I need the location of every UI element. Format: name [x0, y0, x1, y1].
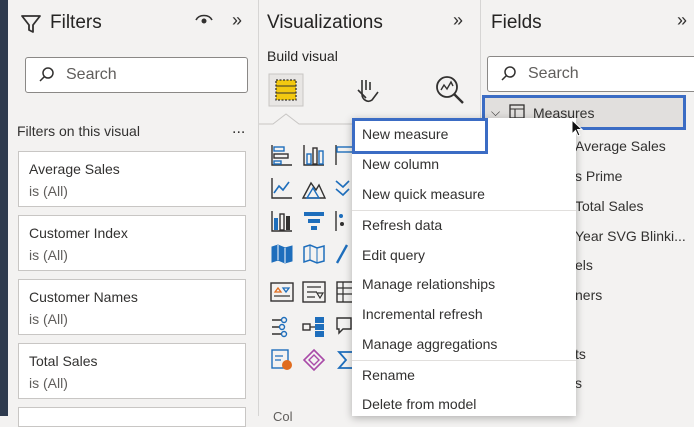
menu-item-rename[interactable]: Rename [362, 364, 415, 386]
filter-funnel-icon [20, 13, 42, 40]
field-item[interactable]: Average Sales [575, 138, 666, 154]
filter-card-name: Average Sales [29, 161, 120, 177]
menu-separator [352, 210, 576, 211]
field-item[interactable]: Total Sales [575, 198, 643, 214]
filter-card-name: Total Sales [29, 353, 98, 369]
line-chart-icon[interactable] [269, 175, 295, 201]
stacked-column-chart-icon[interactable] [301, 142, 327, 168]
filters-section-label: Filters on this visual [17, 123, 140, 139]
analytics-magnifier-icon[interactable] [434, 74, 466, 111]
search-icon [500, 65, 518, 88]
visualizations-title: Visualizations [267, 12, 383, 33]
funnel-chart-icon[interactable] [301, 208, 327, 234]
field-item[interactable]: Year SVG Blinki... [575, 228, 686, 244]
search-icon [38, 66, 56, 89]
values-section-label: Col [273, 409, 293, 424]
fields-search-input[interactable]: Search [487, 56, 694, 92]
field-item[interactable]: s [575, 375, 582, 391]
context-menu: New measure New column New quick measure… [352, 118, 576, 416]
key-influencers-icon[interactable] [301, 314, 327, 340]
area-chart-icon[interactable] [301, 175, 327, 201]
filter-card-total-sales[interactable]: Total Sales is (All) [18, 343, 246, 399]
search-placeholder: Search [528, 65, 579, 82]
format-visual-icon[interactable] [354, 76, 382, 111]
field-item[interactable]: ts [575, 346, 586, 362]
kpi-icon[interactable] [269, 279, 295, 305]
menu-separator [352, 360, 576, 361]
build-visual-label: Build visual [267, 48, 338, 64]
filter-card-state: is (All) [29, 311, 68, 327]
filter-card-name: Customer Index [29, 225, 128, 241]
filter-card-customer-index[interactable]: Customer Index is (All) [18, 215, 246, 271]
filters-search-input[interactable]: Search [25, 57, 248, 93]
field-item[interactable]: els [575, 257, 593, 273]
collapse-chevron-icon[interactable]: » [677, 10, 687, 31]
paginated-report-icon[interactable] [269, 347, 295, 373]
eye-icon[interactable] [194, 12, 214, 33]
menu-item-incremental-refresh[interactable]: Incremental refresh [362, 303, 483, 325]
search-placeholder: Search [66, 66, 117, 83]
field-item[interactable]: ners [575, 287, 602, 303]
collapse-chevron-icon[interactable]: » [453, 10, 463, 31]
decomposition-tree-icon[interactable] [269, 314, 295, 340]
fields-title: Fields [491, 12, 542, 33]
menu-item-new-quick-measure[interactable]: New quick measure [362, 183, 485, 205]
mouse-cursor-icon [571, 118, 585, 144]
menu-item-refresh-data[interactable]: Refresh data [362, 214, 442, 236]
menu-item-new-column[interactable]: New column [362, 153, 439, 175]
ribbon-chart-icon[interactable] [269, 208, 295, 234]
filters-title: Filters [50, 12, 102, 33]
filter-card-name: Customer Names [29, 289, 138, 305]
slicer-icon[interactable] [301, 279, 327, 305]
filter-card-customer-names[interactable]: Customer Names is (All) [18, 279, 246, 335]
menu-item-manage-relationships[interactable]: Manage relationships [362, 273, 495, 295]
filter-card-partial[interactable] [18, 407, 246, 427]
more-options-icon[interactable]: ... [232, 120, 245, 138]
new-measure-highlight-box [352, 118, 488, 154]
menu-item-manage-aggregations[interactable]: Manage aggregations [362, 333, 497, 355]
filled-map-icon[interactable] [301, 241, 327, 267]
filter-card-state: is (All) [29, 247, 68, 263]
menu-item-delete-from-model[interactable]: Delete from model [362, 393, 476, 415]
filters-pane: Filters » Search Filters on this visual … [0, 0, 258, 427]
filter-card-average-sales[interactable]: Average Sales is (All) [18, 151, 246, 207]
menu-item-edit-query[interactable]: Edit query [362, 244, 425, 266]
filter-card-state: is (All) [29, 183, 68, 199]
build-visual-table-icon[interactable] [267, 72, 305, 108]
filter-card-state: is (All) [29, 375, 68, 391]
field-item[interactable]: s Prime [575, 168, 622, 184]
map-icon[interactable] [269, 241, 295, 267]
power-apps-icon[interactable] [301, 347, 327, 373]
stacked-bar-chart-icon[interactable] [269, 142, 295, 168]
collapse-chevron-icon[interactable]: » [232, 10, 242, 31]
